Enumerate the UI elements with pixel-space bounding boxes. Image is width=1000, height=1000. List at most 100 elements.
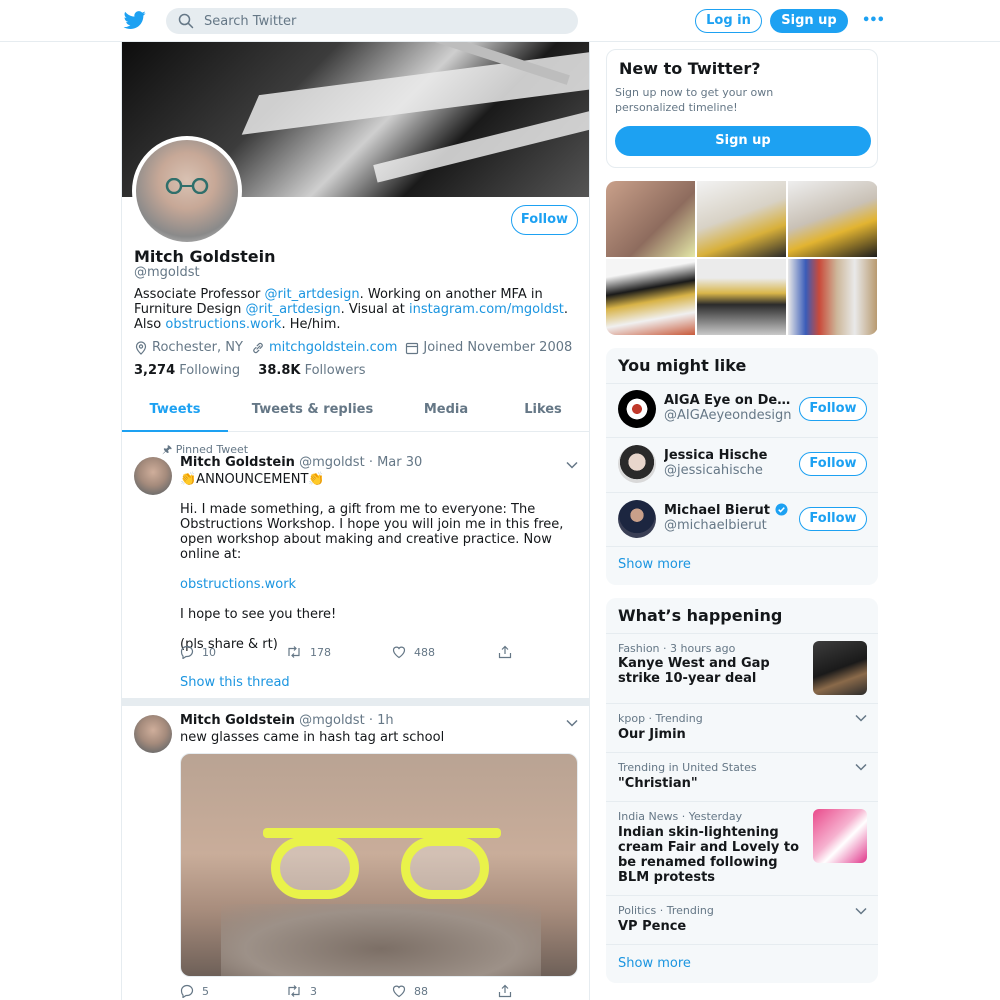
twitter-logo-icon[interactable] — [123, 9, 147, 31]
bio-link-rit-artdesign[interactable]: @rit_artdesign — [246, 302, 341, 317]
bio-link-instagram[interactable]: instagram.com/mgoldst — [409, 302, 564, 317]
tweet-text: new glasses came in hash tag art school — [180, 730, 445, 745]
bio-link-rit-artdesign[interactable]: @rit_artdesign — [265, 287, 360, 302]
tweet-avatar[interactable] — [134, 715, 172, 753]
bio-link-obstructions[interactable]: obstructions.work — [165, 317, 281, 332]
website-link[interactable]: mitchgoldstein.com — [269, 340, 397, 355]
bio-text: Associate Professor — [134, 287, 265, 302]
reply-count: 5 — [202, 984, 209, 998]
like-action[interactable]: 488 — [392, 645, 435, 659]
tab-media[interactable]: Media — [412, 391, 480, 432]
tweet-avatar[interactable] — [134, 457, 172, 495]
website-item: mitchgoldstein.com — [251, 340, 397, 355]
media-thumbnail[interactable] — [788, 259, 877, 335]
profile-stats: 3,274 Following 38.8K Followers — [134, 363, 380, 378]
reply-action[interactable]: 10 — [180, 645, 216, 659]
trend-title[interactable]: VP Pence — [618, 919, 808, 934]
trend-title[interactable]: Kanye West and Gap strike 10-year deal — [618, 656, 808, 686]
signup-button[interactable]: Sign up — [770, 9, 848, 33]
calendar-icon — [406, 342, 419, 354]
glasses-graphic — [165, 178, 209, 194]
follow-button[interactable]: Follow — [511, 205, 578, 235]
profile-handle: @mgoldst — [134, 265, 200, 280]
following-stat[interactable]: 3,274 Following — [134, 363, 240, 378]
follow-button[interactable]: Follow — [799, 397, 867, 421]
tweet-header: Mitch Goldstein @mgoldst · Mar 30 — [180, 455, 422, 470]
tweet-pinned[interactable]: 🖈 Pinned Tweet Mitch Goldstein @mgoldst … — [122, 433, 589, 697]
media-thumbnail[interactable] — [606, 181, 695, 257]
share-action[interactable] — [498, 645, 520, 659]
suggested-account-avatar[interactable] — [618, 500, 656, 538]
chevron-down-icon[interactable] — [855, 907, 867, 915]
bio-text: . Visual at — [340, 302, 410, 317]
trend-meta: India News · Yesterday — [618, 810, 743, 823]
tweet-link[interactable]: obstructions.work — [180, 577, 296, 592]
more-options-icon[interactable]: ••• — [862, 13, 885, 28]
media-thumbnail[interactable] — [606, 259, 695, 335]
follow-button[interactable]: Follow — [799, 507, 867, 531]
login-button[interactable]: Log in — [695, 9, 762, 33]
link-icon — [253, 342, 263, 353]
chevron-down-icon[interactable] — [855, 714, 867, 722]
followers-stat[interactable]: 38.8K Followers — [258, 363, 365, 378]
suggested-account-name[interactable]: AIGA Eye on Desi... — [664, 393, 794, 408]
reply-action[interactable]: 5 — [180, 984, 209, 998]
trend-title[interactable]: Indian skin-lightening cream Fair and Lo… — [618, 825, 808, 885]
follow-button[interactable]: Follow — [799, 452, 867, 476]
suggested-account-name[interactable]: Jessica Hische — [664, 448, 794, 463]
profile-media-grid — [606, 181, 878, 335]
like-count: 488 — [414, 645, 435, 659]
tab-tweets[interactable]: Tweets — [122, 391, 228, 432]
tab-likes[interactable]: Likes — [512, 391, 574, 432]
media-thumbnail[interactable] — [697, 181, 786, 257]
search-input[interactable] — [204, 11, 564, 31]
tweet-actions: 5 3 88 — [180, 984, 512, 1000]
trend-title[interactable]: Our Jimin — [618, 727, 808, 742]
tweet-photo[interactable]: Mitch Goldstein @mgoldst · 1h new glasse… — [122, 706, 589, 1000]
search-icon — [178, 13, 194, 29]
top-bar: Log in Sign up ••• — [0, 0, 1000, 42]
tweet-author-name[interactable]: Mitch Goldstein — [180, 713, 295, 728]
tweet-line: 👏ANNOUNCEMENT👏 — [180, 472, 325, 487]
media-thumbnail[interactable] — [788, 181, 877, 257]
verified-badge-icon — [774, 503, 788, 516]
share-action[interactable] — [498, 984, 520, 998]
tweet-photo-image[interactable] — [180, 753, 578, 977]
retweet-action[interactable]: 3 — [286, 984, 317, 998]
suggested-account-avatar[interactable] — [618, 445, 656, 483]
tweet-actions: 10 178 488 — [180, 645, 512, 661]
signup-card-button[interactable]: Sign up — [615, 126, 871, 156]
reply-icon — [180, 984, 194, 998]
media-thumbnail[interactable] — [697, 259, 786, 335]
tweet-author-name[interactable]: Mitch Goldstein — [180, 455, 295, 470]
whats-happening-title: What’s happening — [618, 606, 783, 625]
chevron-down-icon[interactable] — [566, 719, 578, 727]
pin-icon: 🖈 — [162, 443, 173, 456]
you-might-like-title: You might like — [618, 356, 747, 375]
tab-tweets-replies[interactable]: Tweets & replies — [246, 391, 379, 432]
suggested-account-handle: @michaelbierut — [664, 518, 767, 533]
retweet-count: 3 — [310, 984, 317, 998]
show-thread-link[interactable]: Show this thread — [180, 675, 290, 690]
show-more-suggestions-link[interactable]: Show more — [618, 557, 691, 572]
trend-thumbnail[interactable] — [813, 809, 867, 863]
profile-name: Mitch Goldstein — [134, 247, 276, 266]
profile-avatar[interactable] — [132, 136, 242, 246]
trend-meta: Trending in United States — [618, 761, 757, 774]
suggested-account-name[interactable]: Michael Bierut — [664, 503, 788, 518]
tweet-header: Mitch Goldstein @mgoldst · 1h — [180, 713, 394, 728]
chevron-down-icon[interactable] — [855, 763, 867, 771]
trend-thumbnail[interactable] — [813, 641, 867, 695]
like-action[interactable]: 88 — [392, 984, 428, 998]
you-might-like-card: You might like AIGA Eye on Desi... @AIGA… — [606, 348, 878, 585]
tweet-divider — [122, 698, 589, 706]
trend-title[interactable]: "Christian" — [618, 776, 808, 791]
chevron-down-icon[interactable] — [566, 461, 578, 469]
retweet-count: 178 — [310, 645, 331, 659]
retweet-action[interactable]: 178 — [286, 645, 331, 659]
new-to-twitter-text: Sign up now to get your own personalized… — [615, 86, 774, 114]
suggested-account-avatar[interactable] — [618, 390, 656, 428]
trend-meta: Politics · Trending — [618, 904, 714, 917]
search-box[interactable] — [166, 8, 578, 34]
show-more-trends-link[interactable]: Show more — [618, 956, 691, 971]
